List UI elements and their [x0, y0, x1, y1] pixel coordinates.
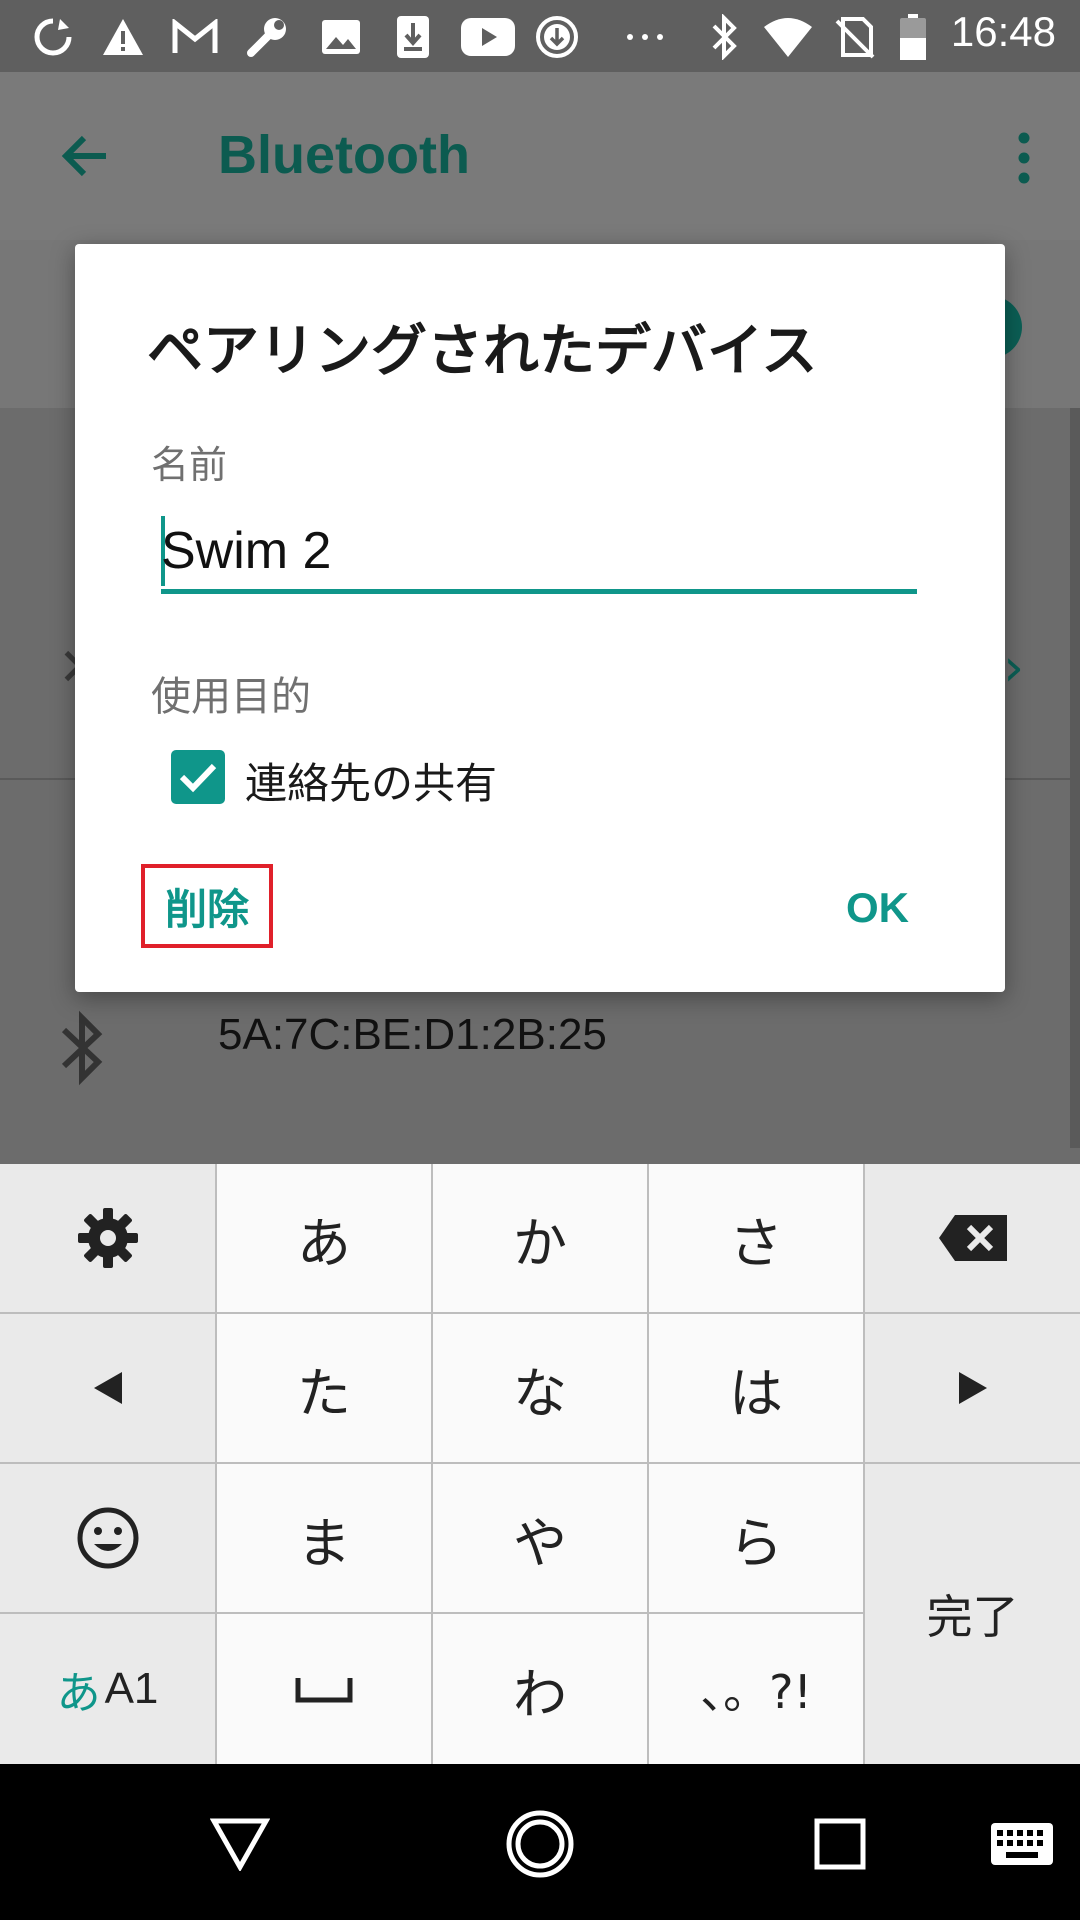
key-punctuation[interactable]: 、。?!: [649, 1614, 863, 1764]
key-a[interactable]: あ: [217, 1164, 431, 1312]
key-na[interactable]: な: [433, 1314, 647, 1462]
key-ya[interactable]: や: [433, 1464, 647, 1612]
key-ha[interactable]: は: [649, 1314, 863, 1462]
arrow-left-icon: [93, 1372, 122, 1404]
key-wa[interactable]: わ: [433, 1614, 647, 1764]
warning-icon: [100, 14, 146, 60]
page-title: Bluetooth: [218, 125, 470, 185]
purpose-label: 使用目的: [151, 674, 311, 720]
emoji-key[interactable]: [0, 1464, 215, 1612]
contact-sharing-label[interactable]: 連絡先の共有: [245, 750, 497, 811]
key-ra[interactable]: ら: [649, 1464, 863, 1612]
key-sa[interactable]: さ: [649, 1164, 863, 1312]
scrollbar: [1070, 408, 1080, 1148]
keyboard-settings-key[interactable]: [0, 1164, 215, 1312]
backspace-icon: [938, 1215, 1007, 1261]
name-input[interactable]: [161, 512, 917, 590]
arrow-back-icon[interactable]: [56, 126, 116, 186]
space-icon: [295, 1678, 353, 1703]
cursor-left-key[interactable]: [0, 1314, 215, 1462]
wrench-icon: [244, 14, 290, 60]
key-ma[interactable]: ま: [217, 1464, 431, 1612]
gear-icon: [77, 1208, 138, 1268]
download-box-icon: [390, 14, 436, 60]
mode-alnum-label: A1: [104, 1664, 159, 1713]
delete-button[interactable]: 削除: [141, 864, 273, 948]
navigation-bar: [0, 1764, 1080, 1920]
done-key[interactable]: 完了: [865, 1464, 1080, 1764]
name-label: 名前: [151, 443, 228, 487]
name-field[interactable]: [161, 512, 917, 594]
input-mode-key[interactable]: あ A1: [0, 1614, 215, 1764]
sync-icon: [30, 14, 76, 60]
status-bar: 16:48: [0, 0, 1080, 72]
chevron-right-icon: ›: [1003, 638, 1024, 698]
battery-icon: [890, 14, 936, 60]
emoji-icon: [77, 1507, 138, 1569]
key-ta[interactable]: た: [217, 1314, 431, 1462]
gmail-icon: [172, 14, 218, 60]
youtube-icon: [460, 14, 516, 60]
download-circle-icon: [534, 14, 580, 60]
mode-kana-label: あ: [56, 1668, 101, 1719]
paired-device-dialog: ペアリングされたデバイス 名前 使用目的 連絡先の共有 削除 OK: [75, 244, 1005, 992]
no-sim-icon: [832, 14, 878, 60]
device-address: 5A:7C:BE:D1:2B:25: [218, 1010, 607, 1059]
more-dots-icon: [622, 14, 668, 60]
wifi-icon: [762, 14, 814, 60]
keyboard-switch-icon[interactable]: [980, 1804, 1064, 1884]
check-icon: [179, 763, 217, 793]
ok-button[interactable]: OK: [846, 884, 909, 932]
recents-nav-icon[interactable]: [800, 1804, 880, 1884]
status-clock: 16:48: [950, 8, 1056, 55]
app-bar: Bluetooth: [0, 72, 1080, 240]
more-vert-icon[interactable]: [1004, 128, 1044, 188]
bluetooth-icon: [58, 1008, 106, 1088]
home-nav-icon[interactable]: [500, 1804, 580, 1884]
key-ka[interactable]: か: [433, 1164, 647, 1312]
arrow-right-icon: [958, 1372, 987, 1404]
japanese-keyboard: あ か さ た な は ま や ら 完了 あ A1 わ 、。?!: [0, 1164, 1080, 1764]
backspace-key[interactable]: [865, 1164, 1080, 1312]
bluetooth-icon: [702, 14, 748, 60]
image-icon: [318, 14, 364, 60]
cursor-right-key[interactable]: [865, 1314, 1080, 1462]
space-key[interactable]: [217, 1614, 431, 1764]
contact-sharing-checkbox[interactable]: [171, 750, 225, 804]
back-nav-icon[interactable]: [200, 1804, 280, 1884]
dialog-title: ペアリングされたデバイス: [147, 319, 818, 384]
